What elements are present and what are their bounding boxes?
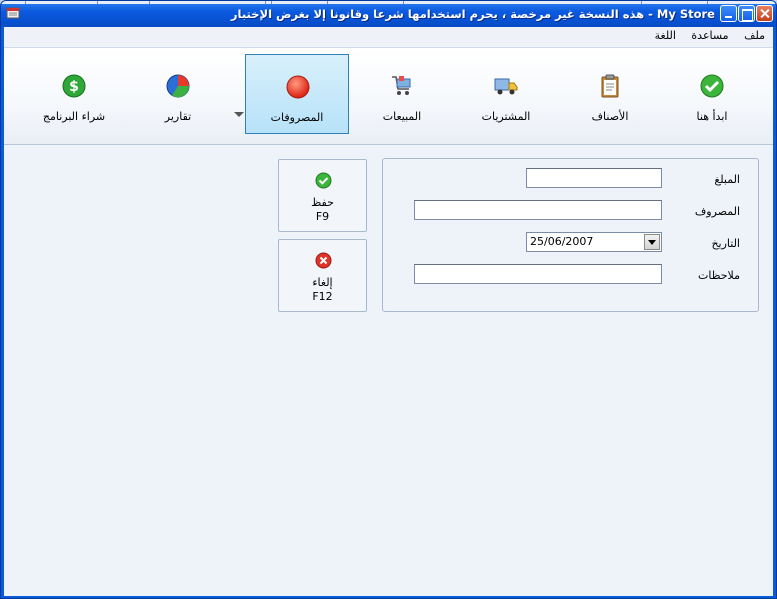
ribbon-label: المبيعات	[382, 110, 422, 123]
expense-input[interactable]	[414, 200, 662, 220]
ribbon-purchases-button[interactable]: المشتريات	[454, 54, 558, 134]
title-bar[interactable]: My Store - هذه النسخة غير مرخصة ، يحرم ا…	[1, 1, 776, 27]
green-check-icon	[315, 172, 332, 189]
date-label: التاريخ	[711, 237, 740, 250]
ribbon-items-button[interactable]: الأصناف	[558, 54, 662, 134]
ribbon-start-here-button[interactable]: ابدأ هنا	[660, 54, 764, 134]
notes-label: ملاحظات	[698, 269, 740, 282]
client-area: ملف مساعدة اللغة ابدأ هنا الأصناف المشتر…	[4, 27, 773, 596]
date-picker[interactable]: 25/06/2007	[526, 232, 662, 252]
notes-input[interactable]	[414, 264, 662, 284]
expense-label: المصروف	[694, 205, 740, 218]
ribbon-label: تقارير	[164, 110, 192, 123]
app-window-icon[interactable]	[6, 6, 20, 20]
clipboard-icon	[601, 74, 619, 98]
amount-input[interactable]	[526, 168, 662, 188]
dollar-coin-icon: $	[62, 74, 86, 98]
close-button[interactable]	[756, 5, 773, 22]
window-title: My Store - هذه النسخة غير مرخصة ، يحرم ا…	[230, 7, 715, 21]
cancel-label: إلغاء	[312, 276, 333, 289]
ribbon-expenses-button[interactable]: المصروفات	[245, 54, 349, 134]
date-value: 25/06/2007	[530, 235, 594, 248]
svg-text:$: $	[69, 79, 79, 95]
amount-label: المبلغ	[714, 173, 740, 186]
ribbon-label: المشتريات	[481, 110, 531, 123]
cancel-button[interactable]: إلغاء F12	[278, 239, 367, 312]
save-label: حفظ	[311, 196, 334, 209]
menu-help[interactable]: مساعدة	[691, 27, 728, 45]
maximize-button[interactable]	[738, 5, 755, 22]
save-shortcut: F9	[315, 210, 330, 223]
app-window: My Store - هذه النسخة غير مرخصة ، يحرم ا…	[0, 0, 777, 599]
delivery-truck-icon	[494, 78, 518, 95]
expense-form-panel: المبلغ المصروف التاريخ 25/06/2007 ملاحظا…	[382, 158, 759, 312]
shopping-cart-icon	[392, 76, 411, 95]
pie-chart-icon	[166, 74, 190, 98]
chevron-down-icon[interactable]	[644, 234, 660, 250]
ribbon-reports-button[interactable]: تقارير	[126, 54, 230, 134]
background-taskbar-strip	[1, 1, 776, 4]
ribbon-label: شراء البرنامج	[42, 110, 106, 123]
ribbon-label: المصروفات	[270, 111, 324, 124]
ribbon-dropdown-arrow-icon[interactable]	[234, 112, 244, 117]
ribbon-sales-button[interactable]: المبيعات	[350, 54, 454, 134]
save-button[interactable]: حفظ F9	[278, 159, 367, 232]
ribbon-buy-program-button[interactable]: $ شراء البرنامج	[22, 54, 126, 134]
ribbon-label: الأصناف	[591, 110, 629, 123]
cancel-shortcut: F12	[312, 290, 333, 303]
toolbar-ribbon: ابدأ هنا الأصناف المشتريات المبيعات المص…	[4, 47, 773, 145]
minimize-button[interactable]	[720, 5, 737, 22]
red-circle-icon	[286, 75, 310, 99]
menu-language[interactable]: اللغة	[655, 27, 676, 45]
menu-file[interactable]: ملف	[744, 27, 765, 45]
green-check-icon	[700, 74, 724, 98]
menu-bar: ملف مساعدة اللغة	[4, 27, 773, 45]
red-x-icon	[315, 252, 332, 269]
ribbon-label: ابدأ هنا	[696, 110, 728, 123]
